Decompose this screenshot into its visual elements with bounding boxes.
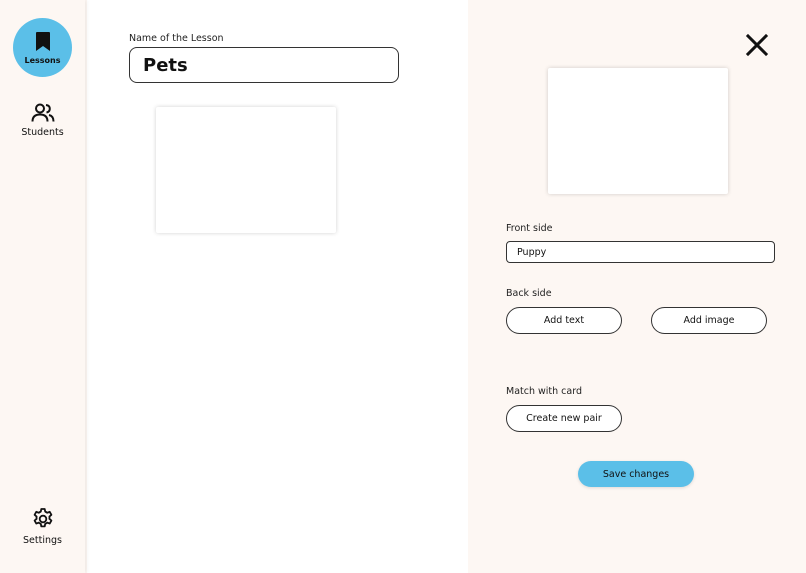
create-new-pair-button[interactable]: Create new pair [506,405,622,432]
add-text-button[interactable]: Add text [506,307,622,334]
gear-icon [33,508,52,528]
sidebar-item-students[interactable]: Students [0,103,85,138]
sidebar-item-label: Students [21,127,64,138]
card-thumbnail[interactable] [156,107,336,233]
close-button[interactable] [745,33,769,57]
card-editor-panel: Front side Puppy Back side Add text Add … [468,0,806,573]
sidebar: Lessons Students Settings [0,0,85,573]
back-side-label: Back side [506,288,552,299]
front-side-label: Front side [506,223,553,234]
add-image-button[interactable]: Add image [651,307,767,334]
card-preview [548,68,728,194]
sidebar-item-lessons[interactable]: Lessons [0,18,85,77]
sidebar-item-settings[interactable]: Settings [0,507,85,546]
lesson-name-label: Name of the Lesson [129,33,224,44]
sidebar-item-label: Settings [23,535,62,546]
lesson-panel: Name of the Lesson Pets [87,0,468,573]
front-side-input[interactable]: Puppy [506,241,775,263]
sidebar-item-label: Lessons [24,55,61,65]
close-icon [745,33,769,57]
bookmark-icon [35,31,50,51]
save-changes-button[interactable]: Save changes [578,461,694,487]
match-with-card-label: Match with card [506,386,582,397]
lessons-active-indicator: Lessons [13,18,72,77]
users-icon [31,103,54,122]
lesson-name-input[interactable]: Pets [129,47,399,83]
